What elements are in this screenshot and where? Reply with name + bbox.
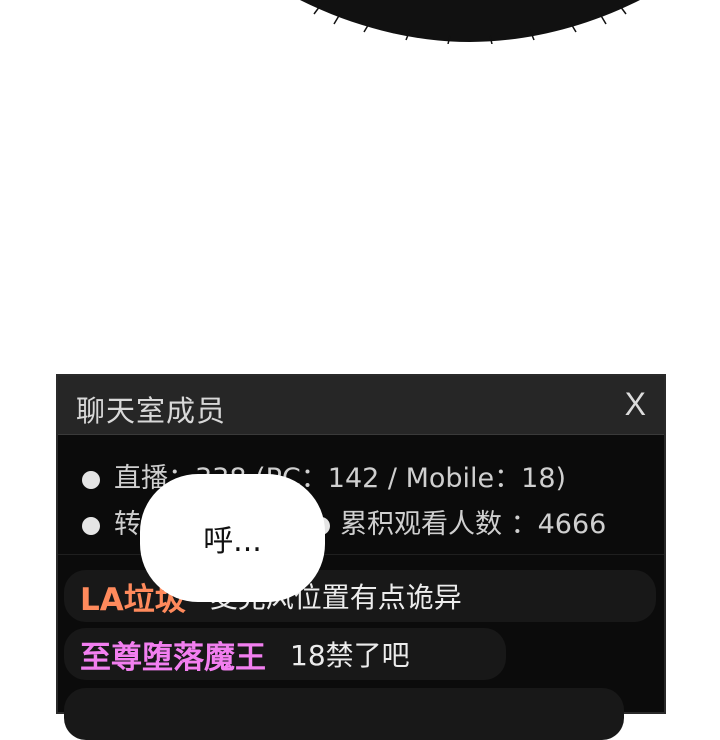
panel-header: 聊天室成员 X xyxy=(58,376,664,435)
relay-and-cumulative-stat: 转 累积观看人数 ：4666 xyxy=(82,502,606,541)
relay-text: 转 xyxy=(114,509,141,540)
chat-message-row: 至尊堕落魔王 18禁了吧 xyxy=(64,628,506,680)
speech-bubble: 呼... xyxy=(140,474,325,602)
panel-title: 聊天室成员 xyxy=(76,394,227,428)
chat-username[interactable]: 至尊堕落魔王 xyxy=(80,632,266,677)
bullet-dot-icon xyxy=(82,516,100,535)
cumulative-viewers-text: 累积观看人数 ：4666 xyxy=(340,509,607,540)
speech-bubble-text: 呼... xyxy=(203,524,262,559)
hair-edge-illustration xyxy=(300,0,640,44)
chat-message-text: 18禁了吧 xyxy=(290,639,410,672)
bullet-dot-icon xyxy=(82,470,100,489)
cumulative-viewers-stat: 累积观看人数 ：4666 xyxy=(312,502,606,541)
chat-message-row-partial xyxy=(64,688,624,740)
close-button[interactable]: X xyxy=(625,386,646,423)
live-viewers-stat: 直播：338 (PC：142 / Mobile：18) xyxy=(82,456,566,495)
